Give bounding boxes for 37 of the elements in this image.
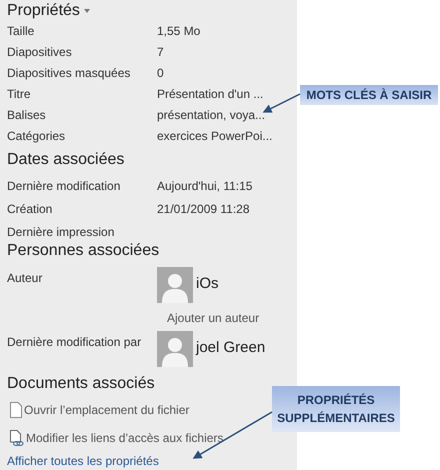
property-value[interactable]: 1,55 Mo: [157, 22, 200, 40]
caret-icon[interactable]: [84, 9, 90, 13]
section-heading: Dates associées: [7, 150, 124, 170]
keywords-callout: MOTS CLÉS À SAISIR: [300, 85, 438, 105]
property-value[interactable]: présentation, voya...: [157, 106, 266, 124]
arrow: [262, 93, 300, 113]
property-value[interactable]: 7: [157, 43, 164, 62]
property-label: Taille: [7, 23, 36, 40]
add-author-link[interactable]: Ajouter un auteur: [167, 308, 297, 327]
property-value[interactable]: Présentation d'un ...: [157, 85, 264, 103]
show-all-properties-link[interactable]: Afficher toutes les propriétés: [7, 452, 159, 470]
date-label: Création: [7, 200, 54, 218]
properties-callout: PROPRIÉTÉS SUPPLÉMENTAIRES: [272, 386, 400, 432]
document-link-icon: [10, 430, 24, 447]
property-label: Titre: [7, 86, 32, 103]
date-value: Aujourd'hui, 11:15: [157, 178, 252, 195]
avatar-icon: [157, 330, 193, 367]
section-heading: Personnes associées: [7, 240, 160, 261]
date-label: Dernière modification: [7, 178, 122, 195]
property-value[interactable]: exercices PowerPoi...: [157, 126, 272, 145]
person-name: iOs: [196, 274, 218, 294]
avatar-icon: [157, 266, 193, 303]
person-name: joel Green: [196, 338, 266, 358]
date-label: Dernière impression: [7, 224, 116, 241]
section-heading: Documents associés: [7, 374, 155, 394]
document-icon: [10, 402, 22, 418]
property-label: Diapositives masquées: [7, 65, 132, 82]
property-label: Balises: [7, 106, 47, 124]
person-label: Dernière modification par: [7, 334, 142, 351]
document-action-link[interactable]: Modifier les liens d’accès aux fichiers: [26, 429, 224, 448]
property-label: Catégories: [7, 128, 66, 145]
person-label: Auteur: [7, 270, 44, 287]
section-title[interactable]: Propriétés: [7, 0, 80, 23]
property-value[interactable]: 0: [157, 64, 164, 82]
date-value: 21/01/2009 11:28: [157, 200, 250, 218]
document-action-link[interactable]: Ouvrir l’emplacement du fichier: [24, 401, 190, 420]
property-label: Diapositives: [7, 44, 73, 62]
